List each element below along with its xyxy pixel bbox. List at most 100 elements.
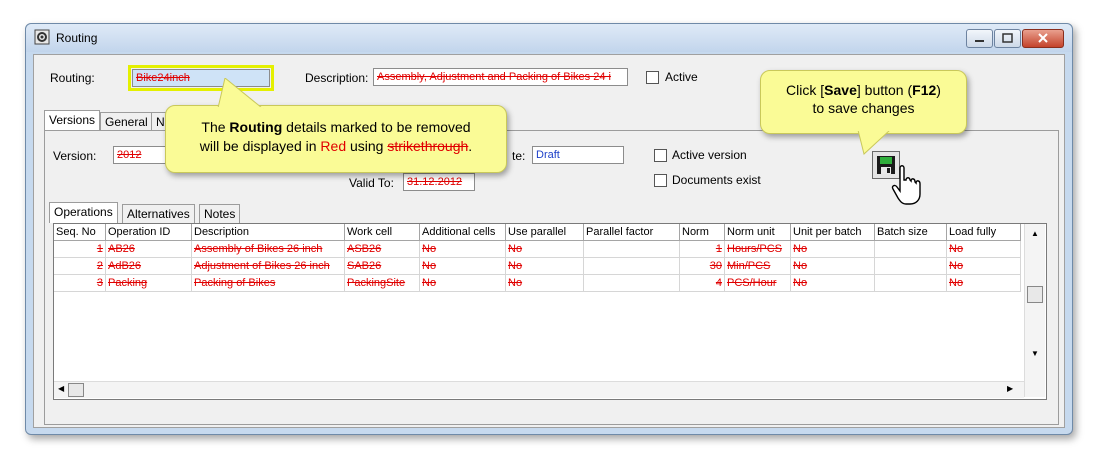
close-icon (1038, 33, 1048, 43)
column-header-additional-cells[interactable]: Additional cells (420, 224, 506, 241)
table-cell-description[interactable]: Adjustment of Bikes 26 inch (192, 258, 345, 275)
table-cell-additional-cells[interactable]: No (420, 241, 506, 258)
callout-bold: Save (824, 82, 857, 98)
table-cell-seq-no[interactable]: 2 (54, 258, 106, 275)
active-checkbox[interactable] (646, 71, 659, 84)
operations-grid: Seq. No Operation ID Description Work cell A… (53, 223, 1047, 400)
hand-cursor-icon (891, 165, 921, 205)
table-cell-load-fully[interactable]: No (947, 258, 1021, 275)
documents-exist-checkbox[interactable] (654, 174, 667, 187)
scroll-down-arrow[interactable]: ▼ (1031, 349, 1039, 358)
table-cell-work-cell[interactable]: ASB26 (345, 241, 420, 258)
table-cell-norm-unit[interactable]: Hours/PCS (725, 241, 791, 258)
column-header-unit-per-batch[interactable]: Unit per batch (791, 224, 875, 241)
callout-text: . (468, 138, 473, 154)
valid-to-field[interactable]: 31.12.2012 (403, 173, 475, 191)
table-cell-operation-id[interactable]: AB26 (106, 241, 192, 258)
column-header-work-cell[interactable]: Work cell (345, 224, 420, 241)
window-title: Routing (56, 31, 98, 45)
active-version-checkbox[interactable] (654, 149, 667, 162)
save-callout-line-2: to save changes (812, 100, 915, 116)
table-cell-seq-no[interactable]: 3 (54, 275, 106, 292)
description-field[interactable]: Assembly, Adjustment and Packing of Bike… (373, 68, 628, 86)
table-cell-additional-cells[interactable]: No (420, 258, 506, 275)
table-cell-norm[interactable]: 1 (680, 241, 725, 258)
routing-info-callout: The Routing details marked to be removed… (165, 105, 507, 173)
table-cell-parallel-factor[interactable] (584, 275, 680, 292)
save-callout-line-1: Click [Save] button (F12) (761, 82, 966, 98)
table-cell-load-fully[interactable]: No (947, 275, 1021, 292)
save-info-callout: Click [Save] button (F12) to save change… (760, 70, 967, 134)
callout-text: Click [ (786, 82, 825, 98)
table-cell-work-cell[interactable]: PackingSite (345, 275, 420, 292)
table-cell-parallel-factor[interactable] (584, 258, 680, 275)
callout-strike-word: strikethrough (387, 138, 469, 154)
table-cell-batch-size[interactable] (875, 258, 947, 275)
callout-bold: Routing (229, 119, 283, 135)
version-field[interactable]: 2012 (113, 146, 168, 164)
active-label: Active (665, 70, 698, 84)
app-icon (34, 29, 50, 45)
minimize-button[interactable] (966, 29, 993, 48)
table-cell-operation-id[interactable]: AdB26 (106, 258, 192, 275)
column-header-operation-id[interactable]: Operation ID (106, 224, 192, 241)
column-header-parallel-factor[interactable]: Parallel factor (584, 224, 680, 241)
column-header-seq-no[interactable]: Seq. No (54, 224, 106, 241)
table-cell-work-cell[interactable]: SAB26 (345, 258, 420, 275)
table-cell-additional-cells[interactable]: No (420, 275, 506, 292)
callout-text: ) (936, 82, 941, 98)
routing-label: Routing: (50, 71, 95, 85)
scroll-left-arrow[interactable]: ◀ (58, 384, 64, 393)
version-label: Version: (53, 149, 97, 163)
column-header-batch-size[interactable]: Batch size (875, 224, 947, 241)
maximize-button[interactable] (994, 29, 1021, 48)
table-cell-norm-unit[interactable]: PCS/Hour (725, 275, 791, 292)
callout-text: details marked to be removed (282, 119, 471, 135)
column-header-use-parallel[interactable]: Use parallel (506, 224, 584, 241)
state-label: te: (512, 149, 526, 163)
title-bar: Routing (26, 24, 1072, 52)
maximize-icon (1002, 33, 1013, 43)
scroll-up-arrow[interactable]: ▲ (1031, 229, 1039, 238)
tab-general[interactable]: General (100, 112, 153, 131)
table-cell-unit-per-batch[interactable]: No (791, 275, 875, 292)
close-button[interactable] (1022, 29, 1064, 48)
grid-body: Seq. No Operation ID Description Work cell A… (54, 224, 1024, 381)
column-header-norm-unit[interactable]: Norm unit (725, 224, 791, 241)
column-header-norm[interactable]: Norm (680, 224, 725, 241)
table-cell-operation-id[interactable]: Packing (106, 275, 192, 292)
table-cell-unit-per-batch[interactable]: No (791, 258, 875, 275)
table-cell-use-parallel[interactable]: No (506, 241, 584, 258)
table-cell-norm[interactable]: 30 (680, 258, 725, 275)
minimize-icon (975, 40, 984, 42)
table-cell-description[interactable]: Packing of Bikes (192, 275, 345, 292)
horizontal-scrollbar[interactable]: ◀ ▶ (54, 381, 1024, 398)
callout-text: using (346, 138, 388, 154)
table-cell-norm-unit[interactable]: Min/PCS (725, 258, 791, 275)
table-cell-batch-size[interactable] (875, 275, 947, 292)
table-cell-use-parallel[interactable]: No (506, 258, 584, 275)
vertical-scrollbar[interactable]: ▲ ▼ (1024, 224, 1045, 397)
table-cell-batch-size[interactable] (875, 241, 947, 258)
callout-text: ] button ( (856, 82, 913, 98)
table-cell-unit-per-batch[interactable]: No (791, 241, 875, 258)
column-header-load-fully[interactable]: Load fully (947, 224, 1021, 241)
tab-versions[interactable]: Versions (44, 110, 101, 131)
vertical-scroll-thumb[interactable] (1027, 286, 1043, 303)
table-cell-load-fully[interactable]: No (947, 241, 1021, 258)
table-cell-norm[interactable]: 4 (680, 275, 725, 292)
state-field[interactable]: Draft (532, 146, 624, 164)
documents-exist-label: Documents exist (672, 173, 761, 187)
table-cell-seq-no[interactable]: 1 (54, 241, 106, 258)
column-header-description[interactable]: Description (192, 224, 345, 241)
table-cell-description[interactable]: Assembly of Bikes 26 inch (192, 241, 345, 258)
scroll-right-arrow[interactable]: ▶ (1007, 384, 1013, 393)
table-cell-use-parallel[interactable]: No (506, 275, 584, 292)
subtab-alternatives[interactable]: Alternatives (122, 204, 195, 223)
subtab-notes[interactable]: Notes (199, 204, 241, 223)
left-callout-pointer (217, 78, 264, 110)
table-cell-parallel-factor[interactable] (584, 241, 680, 258)
horizontal-scroll-thumb[interactable] (68, 383, 84, 397)
subtab-operations[interactable]: Operations (49, 202, 118, 223)
callout-text: The (201, 119, 230, 135)
